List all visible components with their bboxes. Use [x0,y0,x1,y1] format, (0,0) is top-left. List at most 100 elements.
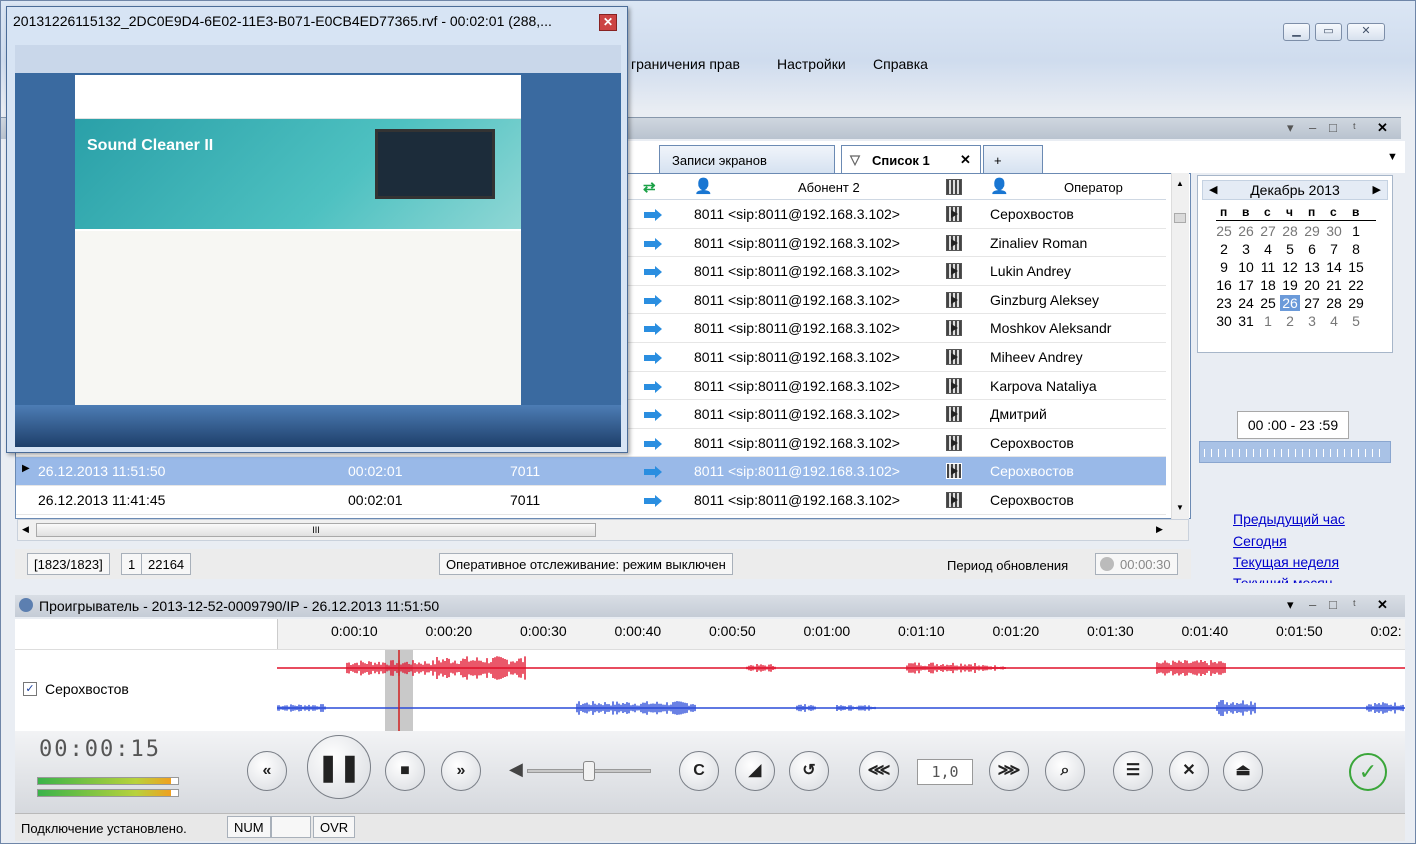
calendar-day[interactable]: 1 [1346,223,1366,239]
calendar-day[interactable]: 28 [1324,295,1344,311]
dock-maximize-icon[interactable]: □ [1329,120,1337,135]
search-button[interactable]: ⌕ [1045,751,1085,791]
calendar-day[interactable]: 24 [1236,295,1256,311]
player-minimize-icon[interactable]: – [1309,597,1316,612]
prev-month-icon[interactable]: ◀ [1209,181,1217,199]
scroll-left-icon[interactable]: ◀ [22,524,29,535]
minimize-button[interactable]: ▁ [1283,23,1310,41]
close-button[interactable]: ✕ [1347,23,1385,41]
col-abonent2[interactable]: Абонент 2 [798,180,860,195]
volume-thumb[interactable] [583,761,595,781]
calendar-day[interactable]: 2 [1214,241,1234,257]
hscroll-thumb[interactable]: III [36,523,596,537]
calendar-day[interactable]: 19 [1280,277,1300,293]
player-menu-icon[interactable]: ▾ [1287,597,1294,613]
tab-add[interactable]: + [983,145,1043,173]
video-record-icon[interactable] [946,463,962,480]
pause-button[interactable]: ❚❚ [307,735,371,799]
tools-button[interactable]: ✕ [1169,751,1209,791]
table-row[interactable]: ▶ 26.12.2013 11:51:50 00:02:01 7011 8011 <si… [16,457,1166,486]
calendar-day[interactable]: 29 [1302,223,1322,239]
eject-button[interactable]: ⏏ [1223,751,1263,791]
calendar-day[interactable]: 25 [1258,295,1278,311]
calendar-day[interactable]: 22 [1346,277,1366,293]
speed-field[interactable]: 1,0 [917,759,973,785]
maximize-button[interactable]: ▭ [1315,23,1342,41]
tab-list-dropdown-icon[interactable]: ▼ [1387,151,1398,163]
calendar-day[interactable]: 15 [1346,259,1366,275]
tab-screen-records[interactable]: Записи экранов [659,145,835,173]
menu-settings[interactable]: Настройки [777,56,846,72]
time-range-field[interactable]: 00 :00 - 23 :59 [1237,411,1349,439]
track-checkbox[interactable]: ✓ [23,682,37,696]
video-record-icon[interactable] [946,291,962,308]
calendar-day[interactable]: 5 [1346,313,1366,329]
rewind-button[interactable]: « [247,751,287,791]
video-record-icon[interactable] [946,492,962,508]
refresh-period-field[interactable]: 00:00:30 [1095,553,1178,575]
calendar-day[interactable]: 7 [1324,241,1344,257]
scroll-down-icon[interactable]: ▼ [1176,503,1184,512]
video-record-icon[interactable] [946,349,962,365]
calendar-day[interactable]: 1 [1258,313,1278,329]
time-range-slider[interactable] [1199,441,1391,463]
menu-help[interactable]: Справка [873,56,928,72]
calendar-day[interactable]: 25 [1214,223,1234,239]
tab-list-1[interactable]: ▽ Список 1 ✕ [841,145,981,173]
calendar-day[interactable]: 2 [1280,313,1300,329]
calendar-day[interactable]: 4 [1324,313,1344,329]
video-record-icon[interactable] [946,263,962,280]
fade-button[interactable]: ◢ [735,751,775,791]
tab-close-icon[interactable]: ✕ [960,152,971,168]
calendar-day[interactable]: 23 [1214,295,1234,311]
calendar-day[interactable]: 6 [1302,241,1322,257]
next-month-icon[interactable]: ▶ [1373,181,1381,199]
scroll-thumb[interactable] [1174,213,1186,223]
calendar-day[interactable]: 11 [1258,259,1278,275]
calendar-day[interactable]: 10 [1236,259,1256,275]
calendar-day[interactable]: 14 [1324,259,1344,275]
direction-icon[interactable]: ⇄ [643,178,656,196]
video-record-icon[interactable] [946,206,962,222]
calendar-day[interactable]: 21 [1324,277,1344,293]
scroll-up-icon[interactable]: ▲ [1176,179,1184,188]
scroll-right-icon[interactable]: ▶ [1156,524,1163,535]
calendar-day[interactable]: 16 [1214,277,1234,293]
noise-button[interactable]: ↺ [789,751,829,791]
player-pin-icon[interactable]: ᵗ [1353,597,1356,612]
calendar-day[interactable]: 30 [1214,313,1234,329]
waveform[interactable] [277,650,1405,732]
screen-record-close-button[interactable]: ✕ [599,14,617,31]
speed-up-button[interactable]: ⋙ [989,751,1029,791]
col-operator[interactable]: Оператор [1064,180,1123,195]
notes-button[interactable]: ☰ [1113,751,1153,791]
calendar-day[interactable]: 9 [1214,259,1234,275]
video-record-icon[interactable] [946,434,962,451]
calendar-day[interactable]: 3 [1302,313,1322,329]
calendar-day[interactable]: 3 [1236,241,1256,257]
screen-record-window[interactable]: 20131226115132_2DC0E9D4-6E02-11E3-B071-E… [6,6,628,453]
loop-button[interactable]: C [679,751,719,791]
calendar-day[interactable]: 31 [1236,313,1256,329]
link-current-week[interactable]: Текущая неделя [1233,554,1339,570]
player-maximize-icon[interactable]: □ [1329,597,1337,612]
dock-minimize-icon[interactable]: – [1309,120,1316,135]
calendar-day[interactable]: 13 [1302,259,1322,275]
calendar-day[interactable]: 29 [1346,295,1366,311]
calendar-day[interactable]: 27 [1258,223,1278,239]
calendar-day[interactable]: 5 [1280,241,1300,257]
calendar-day[interactable]: 18 [1258,277,1278,293]
calendar-day[interactable]: 12 [1280,259,1300,275]
calendar-day[interactable]: 20 [1302,277,1322,293]
link-current-month[interactable]: Текущий месяц [1233,575,1333,583]
link-previous-hour[interactable]: Предыдущий час [1233,511,1345,527]
calendar-day[interactable]: 17 [1236,277,1256,293]
video-record-icon[interactable] [946,377,962,394]
video-record-icon[interactable] [946,234,962,251]
calendar-day[interactable]: 26 [1280,295,1300,311]
calendar-day[interactable]: 30 [1324,223,1344,239]
link-today[interactable]: Сегодня [1233,533,1287,549]
video-record-icon[interactable] [946,320,962,337]
screen-record-video[interactable]: Sound Cleaner II [15,45,621,447]
calendar-day[interactable]: 4 [1258,241,1278,257]
